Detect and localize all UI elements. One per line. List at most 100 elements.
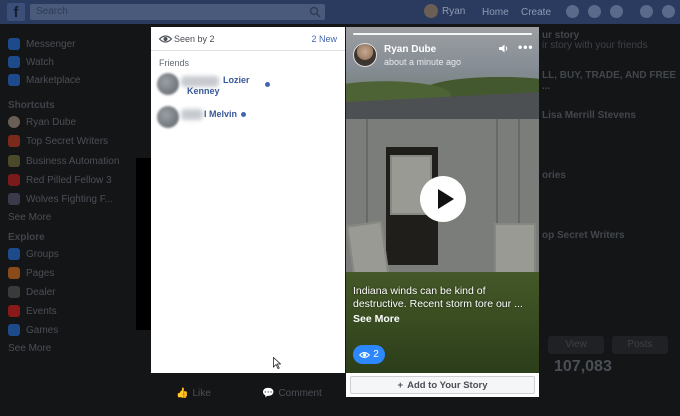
- new-viewer-dot: [265, 82, 270, 87]
- play-button[interactable]: [420, 176, 466, 222]
- shortcut-item[interactable]: Wolves Fighting F...: [8, 193, 113, 205]
- seen-by-count: Seen by 2: [174, 34, 215, 44]
- right-column-text: LL, BUY, TRADE, AND FREE ...: [542, 70, 677, 92]
- see-more-link[interactable]: See More: [353, 313, 400, 325]
- nav-item-events[interactable]: Events: [8, 305, 57, 317]
- shortcut-item[interactable]: Red Pilled Fellow 3: [8, 174, 112, 186]
- nav-label: Pages: [26, 267, 55, 279]
- see-more-link[interactable]: See More: [8, 212, 51, 223]
- shortcuts-heading: Shortcuts: [8, 100, 55, 111]
- nav-item-groups[interactable]: Groups: [8, 248, 59, 260]
- story-timestamp: about a minute ago: [384, 57, 462, 67]
- help-icon[interactable]: [640, 5, 653, 18]
- viewer-name: l Melvin: [204, 109, 238, 119]
- story-caption: Indiana winds can be kind of destructive…: [353, 285, 523, 310]
- shortcut-label: Business Automation: [26, 155, 120, 167]
- dealer-icon: [8, 286, 20, 298]
- search-placeholder: Search: [36, 6, 68, 17]
- shortcut-label: Wolves Fighting F...: [26, 193, 114, 205]
- comment-label: Comment: [278, 388, 322, 399]
- nav-item-marketplace[interactable]: Marketplace: [8, 74, 80, 86]
- avatar[interactable]: [353, 43, 377, 67]
- viewers-header: Seen by 2 2 New: [151, 27, 345, 51]
- view-button[interactable]: View: [548, 336, 604, 354]
- viewer-count: 2: [373, 349, 379, 360]
- search-icon[interactable]: [309, 6, 321, 18]
- shortcut-item[interactable]: Ryan Dube: [8, 116, 76, 128]
- eye-icon: [159, 35, 172, 43]
- right-column: ur story ir story with your friends LL, …: [540, 24, 680, 416]
- story-player[interactable]: Ryan Dube about a minute ago ••• Indiana…: [346, 27, 539, 373]
- create-link[interactable]: Create: [521, 7, 551, 18]
- watch-icon: [8, 56, 20, 68]
- add-to-story-label: Add to Your Story: [407, 379, 488, 391]
- story-viewers-panel: Seen by 2 2 New Friends Lozier Kenney l …: [151, 27, 345, 373]
- search-input[interactable]: Search: [30, 4, 325, 20]
- add-to-story-button[interactable]: + Add to Your Story: [350, 376, 535, 394]
- plus-icon: +: [397, 379, 404, 391]
- group-icon: [8, 155, 20, 167]
- see-more-link[interactable]: See More: [8, 343, 51, 354]
- story-viewers-badge[interactable]: 2: [353, 345, 385, 364]
- right-column-text: ories: [542, 170, 566, 181]
- like-label: Like: [192, 388, 211, 399]
- left-navigation: Messenger Watch Marketplace Shortcuts Ry…: [0, 24, 135, 416]
- nav-label: Games: [26, 324, 59, 336]
- messenger-icon[interactable]: [588, 5, 601, 18]
- shortcut-item[interactable]: Top Secret Writers: [8, 135, 108, 147]
- nav-item-pages[interactable]: Pages: [8, 267, 54, 279]
- nav-label: Groups: [26, 248, 59, 260]
- like-button[interactable]: 👍 Like: [176, 388, 211, 399]
- viewer-row[interactable]: l Melvin: [157, 104, 343, 134]
- story-author-name[interactable]: Ryan Dube: [384, 44, 436, 55]
- group-icon: [8, 135, 20, 147]
- nav-label: Dealer: [26, 286, 56, 298]
- viewer-name-line2: Kenney: [187, 86, 220, 96]
- nav-item-messenger[interactable]: Messenger: [8, 38, 75, 50]
- right-column-text: ir story with your friends: [542, 40, 648, 51]
- top-user-name: Ryan: [442, 5, 466, 17]
- nav-label: Events: [26, 305, 57, 317]
- eye-icon: [359, 351, 371, 358]
- nav-label: Marketplace: [26, 74, 81, 86]
- avatar: [157, 73, 179, 95]
- new-viewer-dot: [241, 112, 246, 117]
- top-profile-link[interactable]: Ryan: [424, 4, 465, 18]
- notifications-icon[interactable]: [610, 5, 623, 18]
- viewer-row[interactable]: Lozier Kenney: [157, 71, 343, 101]
- blurred-name: [181, 109, 203, 120]
- friends-icon[interactable]: [566, 5, 579, 18]
- marketplace-icon: [8, 74, 20, 86]
- messenger-icon: [8, 38, 20, 50]
- explore-heading: Explore: [8, 232, 45, 243]
- nav-item-games[interactable]: Games: [8, 324, 58, 336]
- comment-icon: 💬: [262, 388, 275, 399]
- more-options-icon[interactable]: •••: [518, 40, 534, 54]
- nav-label: Watch: [26, 56, 54, 68]
- nav-item-dealer[interactable]: Dealer: [8, 286, 55, 298]
- home-link[interactable]: Home: [482, 7, 509, 18]
- like-icon: 👍: [176, 388, 189, 399]
- shortcut-label: Red Pilled Fellow 3: [26, 174, 112, 186]
- avatar: [157, 106, 179, 128]
- pages-icon: [8, 267, 20, 279]
- nav-item-watch[interactable]: Watch: [8, 56, 54, 68]
- account-menu-icon[interactable]: [662, 5, 675, 18]
- volume-icon[interactable]: [498, 43, 509, 54]
- avatar: [424, 4, 438, 18]
- follower-count: 107,083: [554, 358, 612, 375]
- facebook-logo[interactable]: f: [7, 3, 25, 21]
- shortcut-item[interactable]: Business Automation: [8, 155, 119, 167]
- groups-icon: [8, 248, 20, 260]
- play-icon: [438, 189, 454, 209]
- nav-label: Messenger: [26, 38, 76, 50]
- shortcut-label: Ryan Dube: [26, 116, 77, 128]
- new-viewers-link[interactable]: 2 New: [311, 34, 337, 44]
- comment-button[interactable]: 💬 Comment: [262, 388, 322, 399]
- posts-button[interactable]: Posts: [612, 336, 668, 354]
- add-story-bar: + Add to Your Story: [346, 373, 539, 397]
- mouse-cursor-icon: [273, 357, 281, 369]
- story-progress-bar: [353, 33, 532, 35]
- right-column-text: op Secret Writers: [542, 230, 625, 241]
- friends-section-label: Friends: [159, 58, 190, 68]
